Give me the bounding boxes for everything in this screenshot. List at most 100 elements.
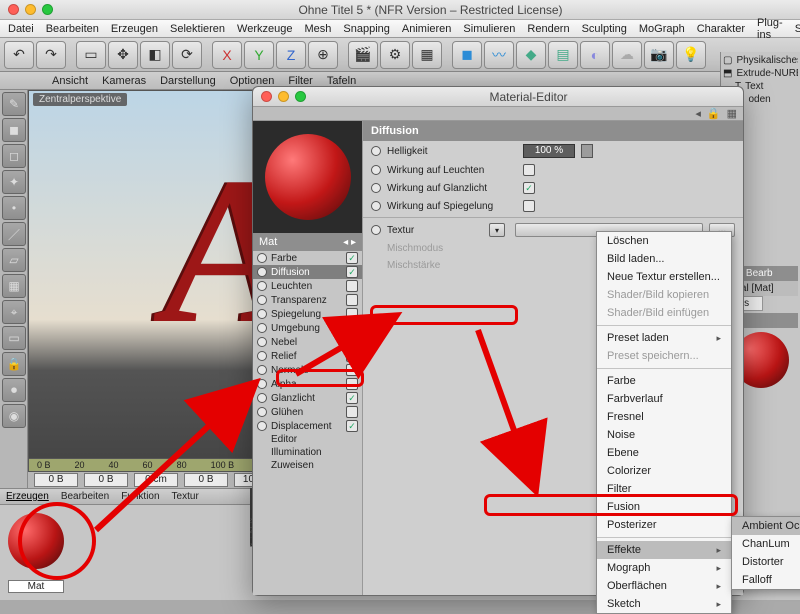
render-view-button[interactable]: 🎬 [348,41,378,69]
menu-item-mograph[interactable]: Mograph [597,559,731,577]
nurbs-button[interactable]: ◆ [516,41,546,69]
locked-icon[interactable]: 🔒 [2,352,26,376]
prop-radio[interactable] [371,165,381,175]
menu-item[interactable]: Datei [8,23,34,35]
edge-mode-icon[interactable]: ／ [2,222,26,246]
matmgr-tab[interactable]: Funktion [121,491,159,502]
channel-glühen[interactable]: Glühen [253,405,362,419]
menu-item[interactable]: Sculpting [582,23,627,35]
channel-radio[interactable] [257,379,267,389]
prop-checkbox[interactable] [523,200,535,212]
viewport-menu-item[interactable]: Optionen [230,75,275,87]
make-editable-icon[interactable]: ✎ [2,92,26,116]
menu-item[interactable]: Rendern [527,23,569,35]
rp-item[interactable]: ⬒ Extrude-NURBS [723,67,798,80]
channel-checkbox[interactable] [346,336,358,348]
submenu-item-chanlum[interactable]: ChanLum [732,535,800,553]
select-tool[interactable]: ▭ [76,41,106,69]
model-mode-icon[interactable]: ◼ [2,118,26,142]
viewport-menu-item[interactable]: Ansicht [52,75,88,87]
object-mode-icon[interactable]: ◻ [2,144,26,168]
channel-radio[interactable] [257,365,267,375]
menu-item-ebene[interactable]: Ebene [597,444,731,462]
snap-icon[interactable]: ⌖ [2,300,26,324]
channel-farbe[interactable]: Farbe [253,251,362,265]
rotate-tool[interactable]: ⟳ [172,41,202,69]
lock-icon[interactable]: 🔒 [707,107,721,120]
channel-radio[interactable] [257,421,267,431]
prop-radio[interactable] [371,183,381,193]
nav-arrows-icon[interactable]: ◂ ▸ [343,237,356,248]
channel-radio[interactable] [257,309,267,319]
channel-spiegelung[interactable]: Spiegelung [253,307,362,321]
menu-item[interactable]: MoGraph [639,23,685,35]
menu-item-noise[interactable]: Noise [597,426,731,444]
prop-checkbox[interactable] [523,182,535,194]
channel-radio[interactable] [257,281,267,291]
channel-illumination[interactable]: Illumination [253,446,362,459]
timeline-field[interactable]: 0 B [84,473,128,487]
channel-radio[interactable] [257,407,267,417]
prop-radio[interactable] [371,146,381,156]
close-icon[interactable] [8,4,19,15]
menu-item[interactable]: Mesh [304,23,331,35]
menu-item-posterizer[interactable]: Posterizer [597,516,731,534]
menu-item-neue-textur-erstellen-[interactable]: Neue Textur erstellen... [597,268,731,286]
array-button[interactable]: ▤ [548,41,578,69]
channel-checkbox[interactable] [346,378,358,390]
menu-item[interactable]: Skript [795,23,800,35]
matmgr-tab[interactable]: Erzeugen [6,491,49,502]
minimize-icon[interactable] [25,4,36,15]
material-name-field[interactable]: Mat [8,580,64,593]
channel-radio[interactable] [257,393,267,403]
menu-item[interactable]: Snapping [343,23,390,35]
channel-radio[interactable] [257,295,267,305]
timeline-field[interactable]: 0 B [34,473,78,487]
picture-viewer-button[interactable]: ▦ [412,41,442,69]
textur-radio[interactable] [371,225,381,235]
minimize-icon[interactable] [278,91,289,102]
menu-item-farbe[interactable]: Farbe [597,372,731,390]
matmgr-tab[interactable]: Bearbeiten [61,491,109,502]
point-mode-icon[interactable]: • [2,196,26,220]
timeline-field[interactable]: 0 B [184,473,228,487]
scale-tool[interactable]: ◧ [140,41,170,69]
rp-item[interactable]: ▢ Physikalisches [723,54,798,67]
timeline-field[interactable]: 0 cm [134,473,178,487]
zoom-icon[interactable] [295,91,306,102]
channel-normale[interactable]: Normale [253,363,362,377]
menu-item-l-schen[interactable]: Löschen [597,232,731,250]
viewport-menu-item[interactable]: Tafeln [327,75,356,87]
material-name[interactable]: Mat [259,236,277,248]
menu-item-effekte[interactable]: Effekte [597,541,731,559]
menu-item-colorizer[interactable]: Colorizer [597,462,731,480]
axis-z-icon[interactable]: Z [276,41,306,69]
undo-button[interactable]: ↶ [4,41,34,69]
menu-item[interactable]: Bearbeiten [46,23,99,35]
light-button[interactable]: 💡 [676,41,706,69]
prop-value[interactable]: 100 % [523,144,575,158]
viewport-menu-item[interactable]: Filter [288,75,312,87]
menu-item[interactable]: Werkzeuge [237,23,292,35]
menu-item-bild-laden-[interactable]: Bild laden... [597,250,731,268]
submenu-item-ambient-occlusion[interactable]: Ambient Occlusion [732,517,800,535]
redo-button[interactable]: ↷ [36,41,66,69]
animation-mode-icon[interactable]: ⏺ [2,378,26,402]
material-preview[interactable] [253,121,362,233]
prop-checkbox[interactable] [523,164,535,176]
menu-item-oberfl-chen[interactable]: Oberflächen [597,577,731,595]
viewport-menu-item[interactable]: Kameras [102,75,146,87]
channel-checkbox[interactable] [346,252,358,264]
channel-checkbox[interactable] [346,266,358,278]
channel-diffusion[interactable]: Diffusion [253,265,362,279]
soft-select-icon[interactable]: ◉ [2,404,26,428]
submenu-item-distorter[interactable]: Distorter [732,553,800,571]
prop-radio[interactable] [371,201,381,211]
channel-checkbox[interactable] [346,308,358,320]
texture-mode-icon[interactable]: ▦ [2,274,26,298]
camera-button[interactable]: 📷 [644,41,674,69]
channel-nebel[interactable]: Nebel [253,335,362,349]
axis-y-icon[interactable]: Y [244,41,274,69]
menu-item-fusion[interactable]: Fusion [597,498,731,516]
move-tool[interactable]: ✥ [108,41,138,69]
